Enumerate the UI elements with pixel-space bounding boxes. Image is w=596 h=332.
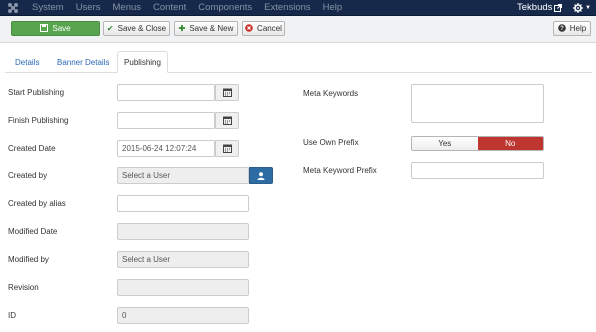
modified-date-field [117, 223, 249, 240]
created-date-input[interactable]: 2015-06-24 12:07:24 [117, 140, 215, 157]
start-publishing-input[interactable] [117, 84, 215, 101]
start-publishing-calendar-button[interactable] [215, 84, 239, 101]
top-navbar: System Users Menus Content Components Ex… [0, 0, 596, 16]
toolbar: Save ✔ Save & Close ✚ Save & New Cancel … [0, 16, 596, 43]
meta-keyword-prefix-input[interactable] [411, 162, 544, 179]
save-close-button[interactable]: ✔ Save & Close [103, 21, 170, 36]
site-name-link[interactable]: Tekbuds [517, 2, 552, 13]
created-date-label: Created Date [8, 144, 56, 153]
save-label: Save [52, 24, 71, 33]
user-icon [257, 171, 265, 180]
plus-icon: ✚ [178, 23, 186, 33]
use-own-prefix-toggle: Yes No [411, 136, 544, 151]
modified-by-field: Select a User [117, 251, 249, 268]
checkmark-icon: ✔ [106, 23, 114, 33]
modified-date-label: Modified Date [8, 227, 58, 236]
calendar-icon [222, 116, 232, 125]
revision-field [117, 279, 249, 296]
use-own-prefix-no-button[interactable]: No [477, 137, 543, 150]
save-icon [40, 23, 49, 34]
tab-publishing[interactable]: Publishing [117, 51, 168, 73]
menu-components[interactable]: Components [198, 2, 252, 13]
joomla-logo-icon[interactable] [7, 2, 19, 14]
help-button[interactable]: ? Help [553, 21, 591, 36]
created-by-alias-input[interactable] [117, 195, 249, 212]
revision-label: Revision [8, 283, 39, 292]
save-new-label: Save & New [189, 24, 234, 33]
id-field: 0 [117, 307, 249, 324]
created-by-select-user-button[interactable] [249, 167, 273, 184]
menu-help[interactable]: Help [323, 2, 343, 13]
chevron-down-icon[interactable]: ▼ [585, 3, 591, 13]
save-new-button[interactable]: ✚ Save & New [174, 21, 238, 36]
id-label: ID [8, 311, 16, 320]
main-menu: System Users Menus Content Components Ex… [32, 2, 354, 13]
save-close-label: Save & Close [117, 24, 167, 33]
calendar-icon [222, 144, 232, 153]
meta-keyword-prefix-label: Meta Keyword Prefix [303, 166, 377, 175]
tab-details[interactable]: Details [15, 52, 39, 73]
help-label: Help [569, 24, 587, 33]
svg-text:?: ? [560, 26, 564, 32]
cancel-button[interactable]: Cancel [242, 21, 285, 36]
created-by-label: Created by [8, 171, 48, 180]
menu-system[interactable]: System [32, 2, 64, 13]
external-link-icon[interactable] [554, 4, 562, 12]
use-own-prefix-label: Use Own Prefix [303, 138, 359, 147]
cancel-label: Cancel [257, 24, 282, 33]
use-own-prefix-yes-button[interactable]: Yes [412, 137, 478, 150]
tab-bar: Details Banner Details Publishing [0, 50, 596, 73]
meta-keywords-label: Meta Keywords [303, 89, 359, 98]
tab-banner-details[interactable]: Banner Details [57, 52, 109, 73]
meta-keywords-textarea[interactable] [411, 84, 544, 123]
finish-publishing-input[interactable] [117, 112, 215, 129]
finish-publishing-calendar-button[interactable] [215, 112, 239, 129]
menu-users[interactable]: Users [76, 2, 101, 13]
menu-menus[interactable]: Menus [113, 2, 142, 13]
cancel-icon [245, 23, 253, 34]
created-by-alias-label: Created by alias [8, 199, 66, 208]
finish-publishing-label: Finish Publishing [8, 116, 69, 125]
created-by-user-field: Select a User [117, 167, 249, 184]
menu-extensions[interactable]: Extensions [264, 2, 310, 13]
calendar-icon [222, 88, 232, 97]
save-button[interactable]: Save [11, 21, 100, 36]
modified-by-label: Modified by [8, 255, 49, 264]
question-icon: ? [557, 23, 566, 34]
menu-content[interactable]: Content [153, 2, 186, 13]
created-date-calendar-button[interactable] [215, 140, 239, 157]
start-publishing-label: Start Publishing [8, 88, 65, 97]
gear-icon[interactable] [573, 3, 583, 13]
